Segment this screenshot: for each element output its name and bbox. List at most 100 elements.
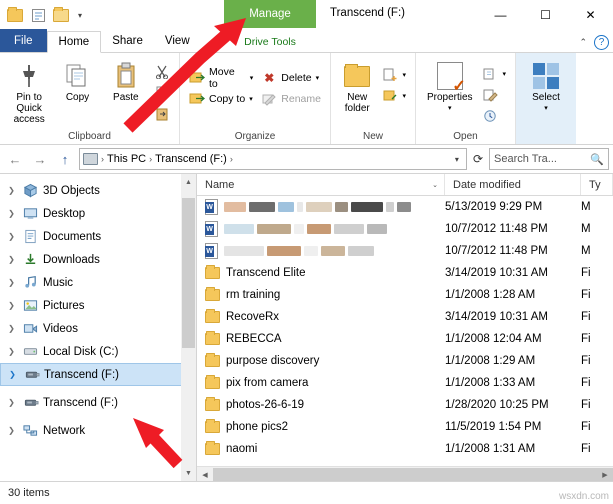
sidebar-item-local-disk-c[interactable]: ❯ Local Disk (C:) bbox=[0, 340, 196, 363]
easy-access-button[interactable]: ▾ bbox=[378, 85, 410, 106]
paste-shortcut-button[interactable] bbox=[150, 103, 174, 124]
column-header-name[interactable]: Name ⌄ bbox=[197, 174, 445, 195]
move-to-button[interactable]: Move to ▾ bbox=[185, 66, 257, 90]
chevron-right-icon[interactable]: ❯ bbox=[5, 426, 18, 435]
up-button[interactable]: ↑ bbox=[54, 148, 76, 170]
new-item-button[interactable]: ▾ bbox=[378, 64, 410, 85]
scroll-down-icon[interactable]: ▼ bbox=[181, 465, 196, 481]
table-row[interactable]: naomi 1/1/2008 1:31 AM Fi bbox=[197, 438, 613, 460]
breadcrumb-transcend[interactable]: Transcend (F:) bbox=[155, 153, 227, 165]
scroll-thumb[interactable] bbox=[182, 198, 195, 348]
file-name-cell: W bbox=[197, 221, 445, 237]
ribbon-group-open: Properties ▾ ▾ bbox=[416, 53, 516, 144]
table-row[interactable]: rm training 1/1/2008 1:28 AM Fi bbox=[197, 284, 613, 306]
table-row[interactable]: W 10/7/2012 11:48 PM M bbox=[197, 240, 613, 262]
rename-button[interactable]: Rename bbox=[257, 88, 325, 109]
back-button[interactable]: ← bbox=[4, 148, 26, 170]
sidebar-item-videos[interactable]: ❯ Videos bbox=[0, 317, 196, 340]
copy-path-button[interactable] bbox=[150, 82, 174, 103]
easy-access-icon bbox=[382, 88, 398, 104]
chevron-down-icon[interactable]: ▾ bbox=[74, 11, 86, 20]
breadcrumb-this-pc[interactable]: This PC bbox=[107, 153, 146, 165]
horizontal-scrollbar[interactable]: ◀ ▶ bbox=[197, 466, 613, 481]
sidebar-item-documents[interactable]: ❯ Documents bbox=[0, 225, 196, 248]
chevron-right-icon[interactable]: ❯ bbox=[5, 255, 18, 264]
cut-button[interactable] bbox=[150, 61, 174, 82]
table-row[interactable]: W 5/13/2019 9:29 PM M bbox=[197, 196, 613, 218]
desktop-icon bbox=[22, 206, 39, 222]
documents-icon bbox=[22, 229, 39, 245]
table-row[interactable]: purpose discovery 1/1/2008 1:29 AM Fi bbox=[197, 350, 613, 372]
properties-icon[interactable] bbox=[28, 5, 48, 25]
chevron-right-icon[interactable]: ❯ bbox=[5, 278, 18, 287]
sidebar-item-network[interactable]: ❯ Network bbox=[0, 419, 196, 442]
paste-button[interactable]: Paste bbox=[102, 58, 150, 103]
tab-home-label: Home bbox=[58, 36, 90, 48]
table-row[interactable]: pix from camera 1/1/2008 1:33 AM Fi bbox=[197, 372, 613, 394]
scroll-right-icon[interactable]: ▶ bbox=[597, 467, 613, 481]
forward-button[interactable]: → bbox=[29, 148, 51, 170]
refresh-button[interactable]: ⟳ bbox=[470, 152, 486, 166]
address-dropdown-icon[interactable]: ▾ bbox=[451, 155, 463, 164]
history-button[interactable] bbox=[478, 105, 510, 126]
sidebar-item-pictures[interactable]: ❯ Pictures bbox=[0, 294, 196, 317]
minimize-button[interactable]: — bbox=[478, 0, 523, 29]
new-folder-icon bbox=[344, 60, 371, 92]
chevron-right-icon[interactable]: ❯ bbox=[5, 347, 18, 356]
pin-to-quick-access-button[interactable]: Pin to Quick access bbox=[5, 58, 53, 125]
sidebar-item-desktop[interactable]: ❯ Desktop bbox=[0, 202, 196, 225]
chevron-right-icon[interactable]: ❯ bbox=[5, 232, 18, 241]
copy-label: Copy bbox=[65, 92, 90, 103]
column-header-date-modified[interactable]: Date modified bbox=[445, 174, 581, 195]
file-name-cell: naomi bbox=[197, 441, 445, 455]
new-folder-button[interactable]: New folder bbox=[336, 58, 378, 114]
folder-icon[interactable] bbox=[5, 5, 25, 25]
open-button[interactable]: ▾ bbox=[478, 63, 510, 84]
properties-button[interactable]: Properties ▾ bbox=[421, 58, 478, 114]
delete-button[interactable]: ✖ Delete ▾ bbox=[257, 67, 325, 88]
tab-manage[interactable]: Manage bbox=[224, 0, 316, 28]
file-type-cell: Fi bbox=[581, 443, 591, 455]
address-breadcrumb-field[interactable]: › This PC › Transcend (F:) › ▾ bbox=[79, 148, 467, 170]
help-icon[interactable]: ? bbox=[594, 35, 609, 50]
chevron-right-icon[interactable]: ❯ bbox=[5, 398, 18, 407]
search-input[interactable]: Search Tra... 🔍 bbox=[489, 148, 609, 170]
table-row[interactable]: photos-26-6-19 1/28/2020 10:25 PM Fi bbox=[197, 394, 613, 416]
chevron-right-icon[interactable]: ❯ bbox=[5, 209, 18, 218]
scroll-up-icon[interactable]: ▲ bbox=[181, 174, 196, 190]
select-button[interactable]: Select ▾ bbox=[521, 58, 571, 114]
tab-home[interactable]: Home bbox=[46, 31, 102, 53]
paste-shortcut-icon bbox=[154, 106, 170, 122]
chevron-right-icon[interactable]: ❯ bbox=[5, 186, 18, 195]
maximize-button[interactable]: ☐ bbox=[523, 0, 568, 29]
table-row[interactable]: W 10/7/2012 11:48 PM M bbox=[197, 218, 613, 240]
table-row[interactable]: Transcend Elite 3/14/2019 10:31 AM Fi bbox=[197, 262, 613, 284]
horizontal-scroll-thumb[interactable] bbox=[213, 468, 613, 481]
tab-view[interactable]: View bbox=[154, 30, 201, 52]
table-row[interactable]: phone pics2 11/5/2019 1:54 PM Fi bbox=[197, 416, 613, 438]
chevron-right-icon[interactable]: ❯ bbox=[6, 370, 19, 379]
close-button[interactable]: ✕ bbox=[568, 0, 613, 29]
sidebar-item-transcend-f[interactable]: ❯ Transcend (F:) bbox=[0, 391, 196, 414]
table-row[interactable]: REBECCA 1/1/2008 12:04 AM Fi bbox=[197, 328, 613, 350]
sidebar-item-3d-objects[interactable]: ❯ 3D Objects bbox=[0, 179, 196, 202]
sidebar-item-music[interactable]: ❯ Music bbox=[0, 271, 196, 294]
tab-file[interactable]: File bbox=[0, 29, 47, 52]
edit-button[interactable] bbox=[478, 84, 510, 105]
chevron-right-icon[interactable]: ❯ bbox=[5, 324, 18, 333]
navigation-scrollbar[interactable]: ▲ ▼ bbox=[181, 174, 196, 481]
clipboard-group-label: Clipboard bbox=[68, 131, 111, 142]
copy-to-button[interactable]: Copy to ▾ bbox=[185, 88, 257, 109]
new-folder-icon[interactable] bbox=[51, 5, 71, 25]
column-header-type[interactable]: Ty bbox=[581, 174, 613, 195]
copy-button[interactable]: Copy bbox=[53, 58, 101, 103]
table-row[interactable]: RecoveRx 3/14/2019 10:31 AM Fi bbox=[197, 306, 613, 328]
sidebar-item-transcend-f-selected[interactable]: ❯ Transcend (F:) bbox=[0, 363, 196, 386]
sidebar-item-downloads[interactable]: ❯ Downloads bbox=[0, 248, 196, 271]
chevron-right-icon[interactable]: ❯ bbox=[5, 301, 18, 310]
cut-icon bbox=[154, 64, 170, 80]
redacted-file-name bbox=[224, 224, 387, 235]
tab-share[interactable]: Share bbox=[101, 30, 154, 52]
scroll-left-icon[interactable]: ◀ bbox=[197, 467, 213, 481]
collapse-ribbon-icon[interactable]: ⌃ bbox=[579, 37, 587, 48]
